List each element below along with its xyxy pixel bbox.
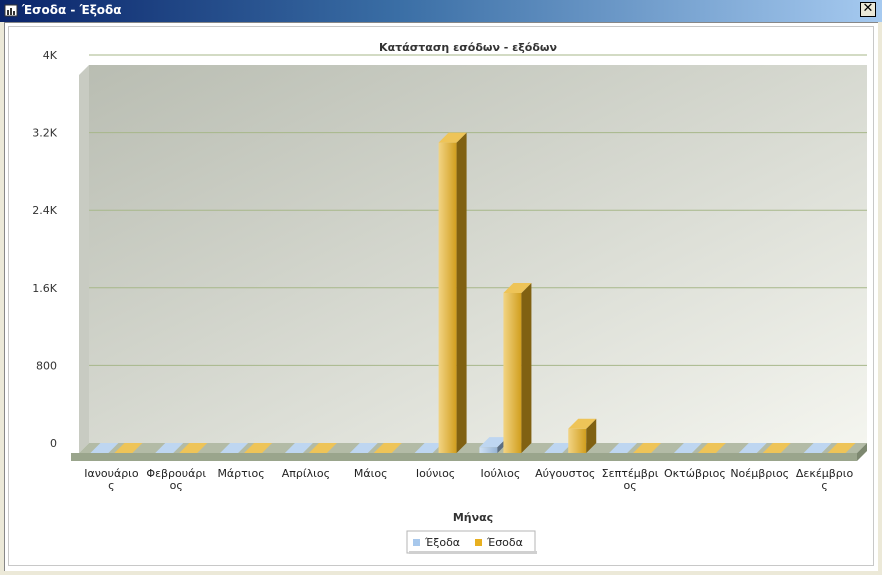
bar-expenses (479, 447, 498, 453)
x-tick-label: Ιανουάριο ς (84, 467, 139, 492)
y-tick-label: 0 (50, 437, 57, 450)
y-tick-label: 3.2K (32, 127, 57, 140)
legend: Έξοδα Έσοδα (406, 530, 537, 554)
legend-label: Έσοδα (486, 536, 523, 549)
bar-income (438, 142, 457, 453)
app-window: Έσοδα - Έξοδα ✕ Κατάσταση εσόδων - εξόδω… (0, 0, 882, 575)
legend-swatch (413, 539, 420, 546)
chart-panel: Κατάσταση εσόδων - εξόδων 0 800 1.6K 2.4K 3.2… (8, 26, 874, 566)
legend-label: Έξοδα (424, 536, 460, 549)
x-tick-label: Δεκέμβριο ς (796, 467, 854, 492)
chart: Κατάσταση εσόδων - εξόδων 0 800 1.6K 2.4K 3.2… (32, 41, 867, 554)
y-tick-label: 4K (43, 49, 58, 62)
title-bar[interactable]: Έσοδα - Έξοδα ✕ (0, 0, 882, 22)
x-tick-label: Μάιος (354, 467, 388, 480)
x-axis-label: Μήνας (453, 511, 493, 524)
chart-title: Κατάσταση εσόδων - εξόδων (379, 41, 557, 54)
y-tick-label: 1.6K (32, 282, 57, 295)
x-tick-label: Νοέμβριος (730, 467, 789, 480)
plot-area (89, 65, 867, 443)
legend-swatch (475, 539, 482, 546)
bar-income (568, 428, 587, 453)
x-tick-label: Φεβρουάρι ος (146, 467, 206, 492)
x-tick-label: Οκτώβριος (664, 467, 726, 480)
window-title: Έσοδα - Έξοδα (22, 3, 122, 17)
window-icon (4, 4, 18, 17)
bar-income-side (456, 132, 467, 453)
x-tick-label: Απρίλιος (282, 467, 330, 480)
y-tick-label: 2.4K (32, 204, 57, 217)
x-tick-label: Ιούνιος (416, 467, 455, 480)
y-tick-label: 800 (36, 359, 57, 372)
bar-income-side (521, 282, 532, 453)
plot-floor-front (71, 453, 857, 461)
close-icon[interactable]: ✕ (860, 2, 876, 17)
x-tick-label: Αύγουστος (535, 467, 595, 480)
x-tick-label: Σεπτέμβρι ος (602, 467, 659, 492)
x-tick-label: Μάρτιος (217, 467, 264, 480)
bar-income (503, 292, 522, 453)
x-tick-label: Ιούλιος (481, 467, 521, 480)
